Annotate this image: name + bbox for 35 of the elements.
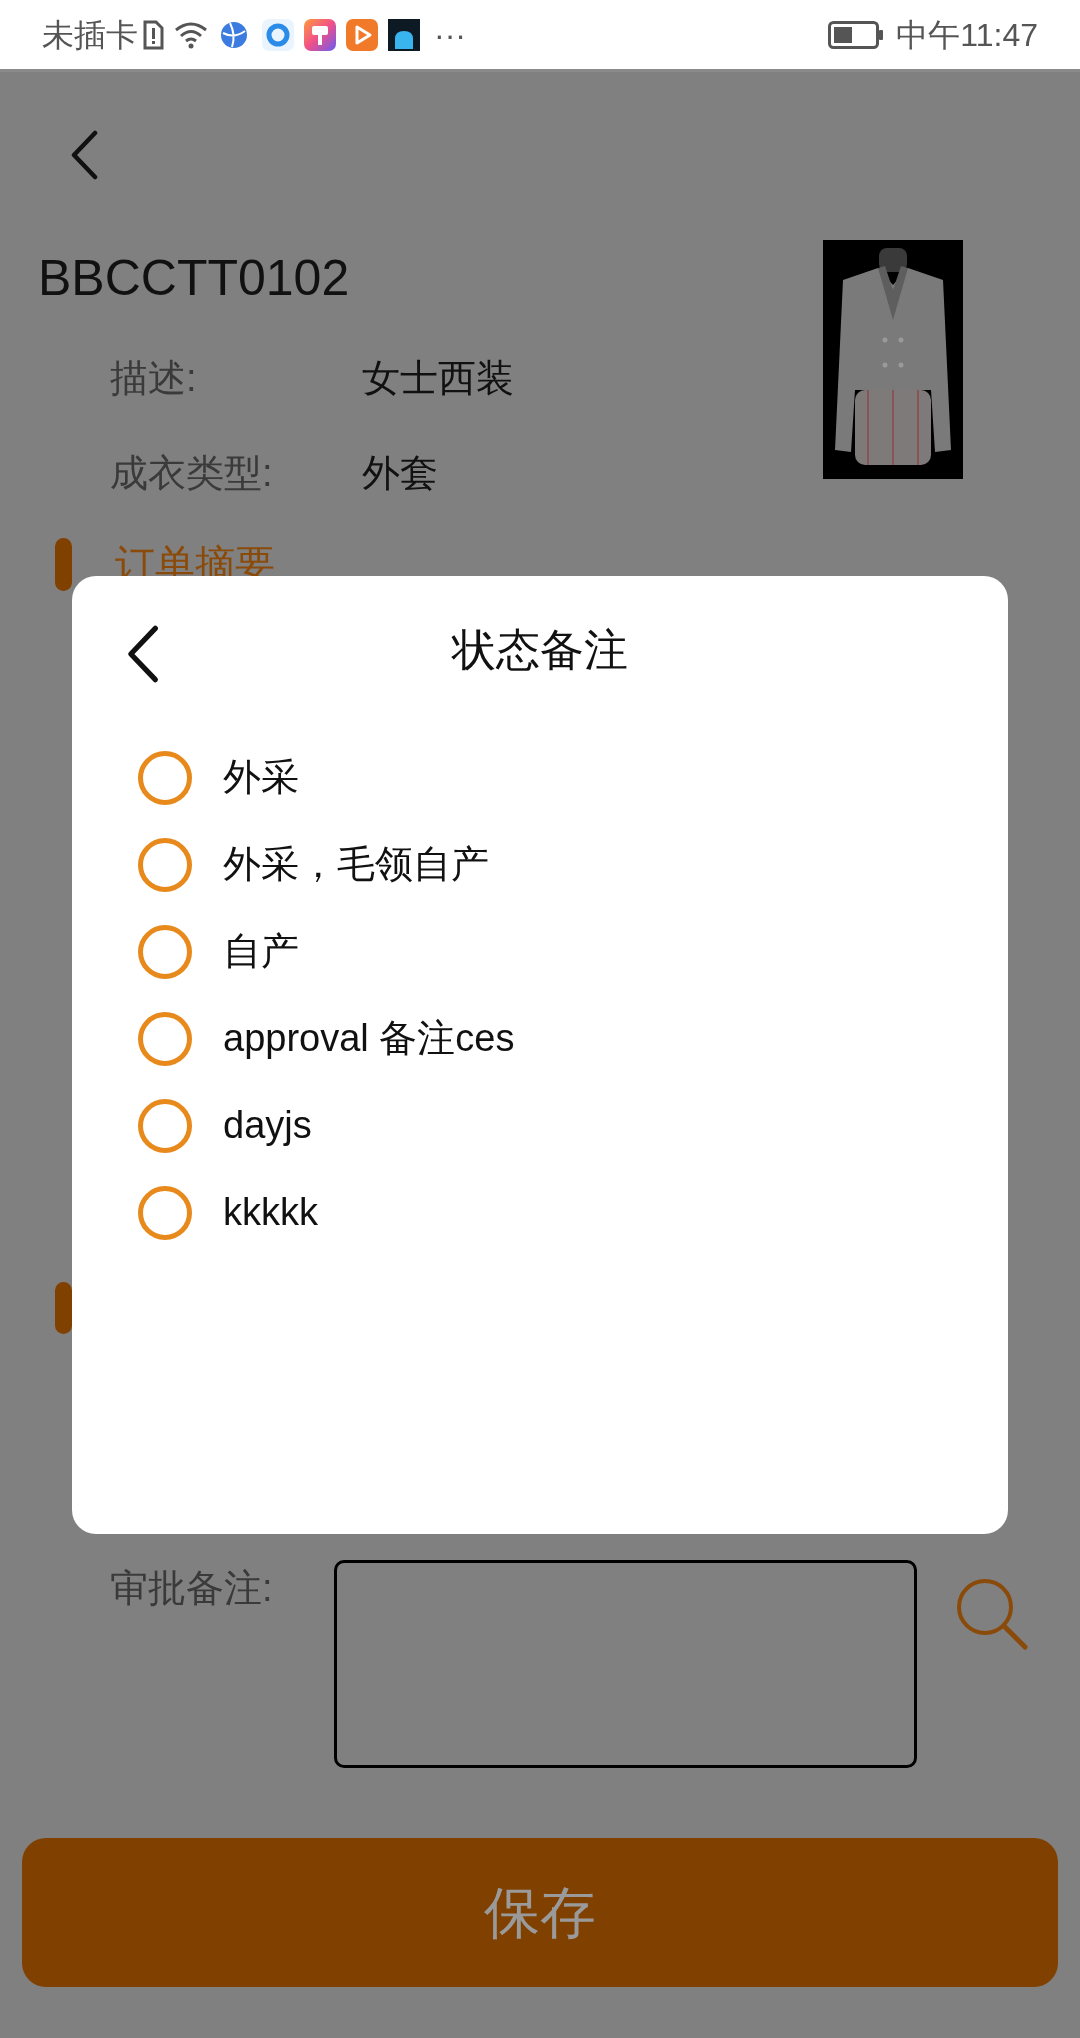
option-label: kkkkk <box>223 1190 318 1235</box>
field-label: 成衣类型: <box>110 451 274 496</box>
play-app-icon <box>346 18 378 51</box>
option-label: 外采，毛领自产 <box>223 842 489 887</box>
field-value: 外套 <box>362 451 438 496</box>
option-label: 外采 <box>223 755 299 800</box>
approval-note-field[interactable] <box>334 1560 917 1768</box>
option-label: approval 备注ces <box>223 1016 515 1061</box>
app-icon <box>262 18 294 51</box>
section-marker <box>55 538 72 591</box>
option-label: dayjs <box>223 1103 312 1148</box>
dialog-title: 状态备注 <box>452 624 628 676</box>
field-label: 描述: <box>110 356 198 401</box>
search-icon[interactable] <box>955 1577 1029 1651</box>
app-icon <box>388 18 420 51</box>
carrier-text: 未插卡 <box>42 15 138 55</box>
radio-option[interactable]: dayjs <box>72 1082 1008 1169</box>
radio-option[interactable]: kkkkk <box>72 1169 1008 1256</box>
wifi-icon <box>174 20 208 49</box>
section-marker <box>55 1282 72 1334</box>
brush-app-icon <box>304 18 336 51</box>
field-value: 女士西装 <box>362 356 514 401</box>
clock-text: 中午11:47 <box>896 15 1038 55</box>
approval-label: 审批备注: <box>110 1566 274 1611</box>
sim-alert-icon <box>142 19 164 50</box>
item-code: BBCCTT0102 <box>38 249 351 308</box>
option-label: 自产 <box>223 929 299 974</box>
radio-option[interactable]: 外采 <box>72 734 1008 821</box>
globe-icon <box>220 20 248 49</box>
more-notifications-text: ··· <box>434 15 466 55</box>
battery-icon <box>828 20 885 49</box>
radio-option[interactable]: 自产 <box>72 908 1008 995</box>
radio-option[interactable]: 外采，毛领自产 <box>72 821 1008 908</box>
back-icon[interactable] <box>125 623 160 685</box>
radio-option[interactable]: approval 备注ces <box>72 995 1008 1082</box>
